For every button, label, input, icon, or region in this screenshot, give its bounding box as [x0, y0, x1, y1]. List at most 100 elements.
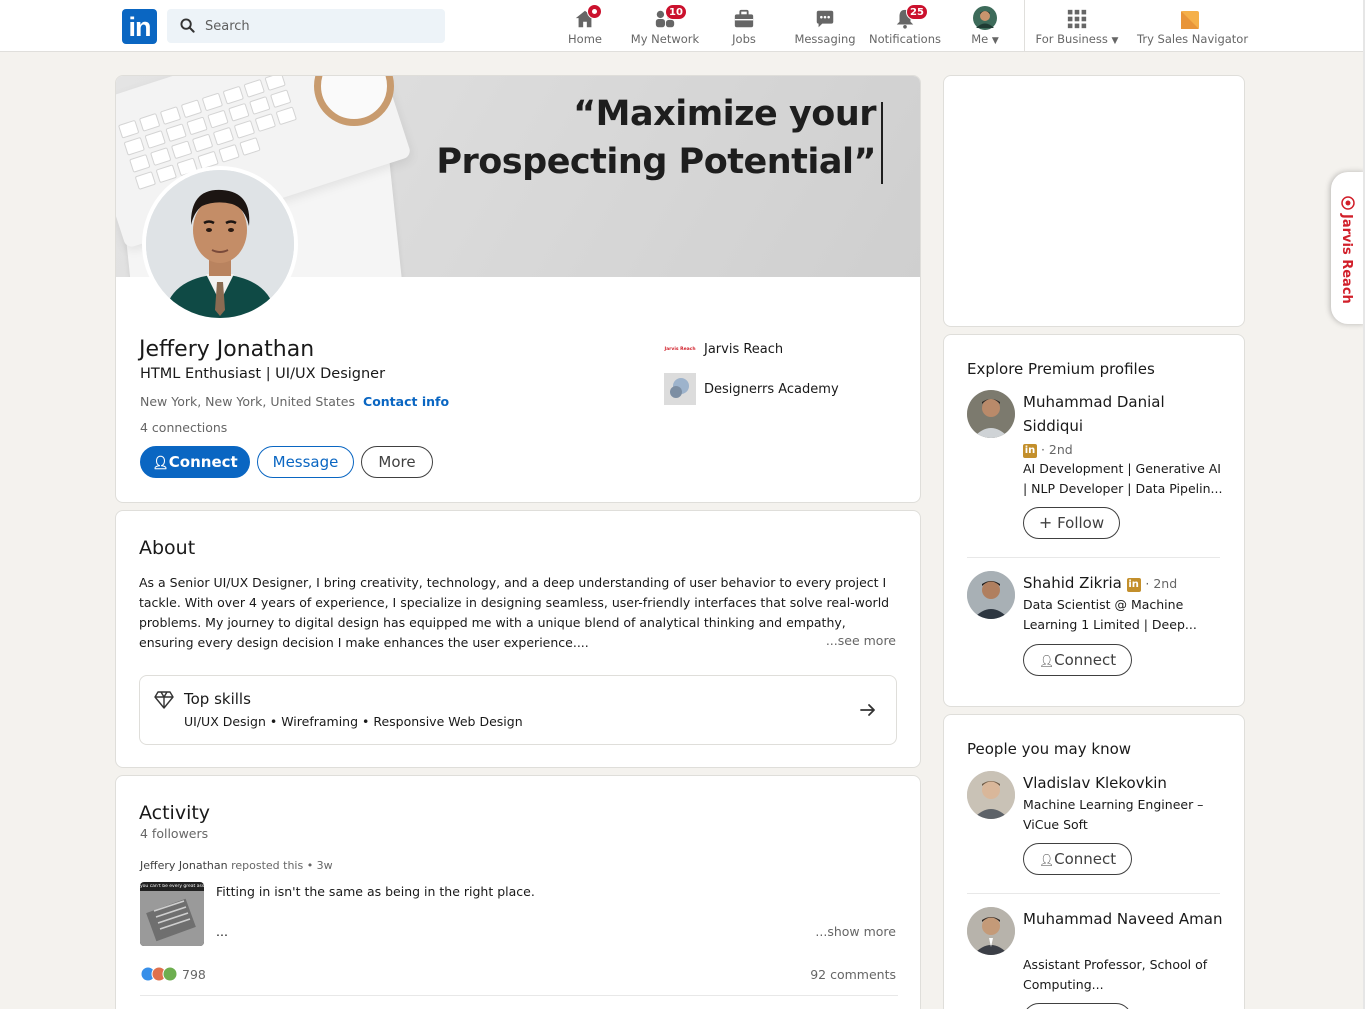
- divider: [140, 995, 898, 996]
- org-designerrs-academy-name: Designerrs Academy: [704, 381, 839, 397]
- banner-quote: “Maximize your Prospecting Potential”: [436, 90, 876, 186]
- connections-count[interactable]: 4 connections: [140, 420, 227, 435]
- linkedin-logo[interactable]: in: [122, 9, 157, 44]
- follow-button[interactable]: + Follow: [1023, 507, 1120, 539]
- org-jarvis-reach[interactable]: Jarvis Reach Jarvis Reach: [664, 333, 783, 365]
- divider: [967, 893, 1220, 894]
- person-description: Data Scientist @ Machine Learning 1 Limi…: [1023, 597, 1197, 632]
- post-thumbnail[interactable]: you can't be every great ass: [140, 882, 204, 946]
- message-button[interactable]: Message: [257, 446, 354, 478]
- diamond-icon: [154, 691, 174, 709]
- connect-button[interactable]: 👤︎Connect: [1023, 843, 1132, 875]
- person-degree: · 2nd: [1145, 576, 1178, 591]
- divider: [967, 557, 1220, 558]
- org-jarvis-reach-name: Jarvis Reach: [704, 341, 784, 357]
- avatar[interactable]: [967, 907, 1015, 955]
- connect-button[interactable]: 👤︎Connect: [1023, 644, 1132, 676]
- people-you-may-know-card: People you may know Vladislav Klekovkin …: [943, 714, 1245, 1009]
- avatar[interactable]: [967, 571, 1015, 619]
- reactions-row[interactable]: 798: [140, 966, 206, 982]
- profile-photo: [146, 170, 294, 318]
- chevron-down-icon: ▼: [1111, 36, 1119, 46]
- see-more-link[interactable]: ...see more: [826, 633, 896, 648]
- about-title: About: [139, 537, 196, 559]
- person-name[interactable]: Muhammad Danial Siddiqui: [1023, 390, 1223, 438]
- nav-sales-navigator-label: Try Sales Navigator: [1137, 32, 1249, 46]
- top-navigation-bar: in Home 10 My Network Jobs Messaging: [0, 0, 1365, 52]
- jarvis-reach-logo: Jarvis Reach: [664, 346, 696, 352]
- nav-me-label: Me ▼: [963, 32, 1007, 46]
- nav-home[interactable]: Home: [562, 4, 608, 48]
- nav-jobs-label: Jobs: [732, 32, 756, 46]
- top-skills-title: Top skills: [184, 690, 251, 708]
- more-button[interactable]: More: [361, 446, 433, 478]
- connect-button-label: Connect: [1054, 651, 1117, 669]
- repost-author[interactable]: Jeffery Jonathan: [140, 859, 228, 872]
- add-person-icon: 👤︎: [1038, 654, 1055, 668]
- org-designerrs-academy[interactable]: Designerrs Academy: [664, 373, 839, 405]
- nav-my-network[interactable]: 10 My Network: [630, 4, 700, 48]
- premium-profiles-title: Explore Premium profiles: [967, 360, 1155, 378]
- nav-for-business[interactable]: For Business ▼: [1035, 4, 1119, 48]
- person-name[interactable]: Muhammad Naveed Aman: [1023, 907, 1223, 931]
- person-name-row: Shahid Zikria in · 2nd: [1023, 571, 1223, 596]
- profile-card: “Maximize your Prospecting Potential” Je…: [115, 75, 921, 503]
- profile-location: New York, New York, United States: [140, 394, 356, 409]
- add-person-icon: 👤︎: [1038, 853, 1055, 867]
- nav-notifications-label: Notifications: [869, 32, 941, 46]
- nav-jobs[interactable]: Jobs: [724, 4, 764, 48]
- nav-me[interactable]: Me ▼: [963, 4, 1007, 48]
- messaging-icon: [816, 10, 834, 28]
- nav-messaging[interactable]: Messaging: [793, 4, 857, 48]
- search-input[interactable]: [205, 9, 435, 43]
- banner-quote-bar: [881, 102, 883, 184]
- nav-messaging-label: Messaging: [794, 32, 856, 46]
- nav-me-text: Me: [971, 32, 989, 46]
- grid-icon: [1067, 9, 1087, 29]
- designerrs-academy-logo: [664, 373, 696, 405]
- repost-meta: reposted this • 3w: [231, 859, 333, 872]
- avatar[interactable]: [967, 771, 1015, 819]
- connect-button[interactable]: 👤︎Connect: [140, 446, 250, 478]
- nav-for-business-label: For Business ▼: [1035, 32, 1119, 46]
- person-description: Machine Learning Engineer – ViCue Soft: [1023, 797, 1204, 832]
- comments-count[interactable]: 92 comments: [810, 967, 896, 982]
- me-avatar: [973, 6, 997, 30]
- home-notification-dot: [587, 4, 602, 19]
- nav-notifications[interactable]: 25 Notifications: [868, 4, 942, 48]
- post-ellipsis: ...: [216, 924, 228, 939]
- reaction-icons: [140, 966, 178, 982]
- person-name[interactable]: Vladislav Klekovkin: [1023, 771, 1223, 795]
- search-bar[interactable]: [167, 9, 445, 43]
- nav-home-label: Home: [568, 32, 602, 46]
- show-more-link[interactable]: ...show more: [815, 924, 896, 939]
- activity-title: Activity: [139, 802, 211, 824]
- nav-divider: [1024, 0, 1025, 52]
- nav-sales-navigator[interactable]: Try Sales Navigator: [1137, 4, 1249, 48]
- about-text: As a Senior UI/UX Designer, I bring crea…: [139, 575, 890, 650]
- arrow-right-icon[interactable]: [860, 703, 876, 717]
- jarvis-reach-extension-tab[interactable]: Jarvis Reach: [1331, 172, 1365, 324]
- plus-icon: +: [1038, 513, 1053, 532]
- ad-placeholder-card: [943, 75, 1245, 327]
- briefcase-icon: [734, 9, 754, 28]
- chevron-down-icon: ▼: [991, 36, 999, 46]
- about-card: About As a Senior UI/UX Designer, I brin…: [115, 510, 921, 768]
- person-degree: in · 2nd: [1023, 442, 1073, 458]
- jarvis-reach-icon: [1341, 196, 1355, 210]
- top-skills-box[interactable]: Top skills UI/UX Design • Wireframing • …: [139, 675, 897, 745]
- connect-button-partial[interactable]: [1023, 1003, 1132, 1009]
- banner-quote-line-2: Prospecting Potential”: [436, 142, 876, 182]
- linkedin-premium-icon: in: [1023, 444, 1037, 458]
- profile-avatar[interactable]: [142, 166, 298, 322]
- reaction-count: 798: [182, 966, 206, 982]
- add-person-icon: 👤︎: [152, 456, 169, 471]
- contact-info-link[interactable]: Contact info: [363, 394, 449, 409]
- nav-my-network-label: My Network: [630, 32, 700, 46]
- avatar[interactable]: [967, 390, 1015, 438]
- sales-navigator-icon: [1181, 11, 1199, 29]
- banner-quote-line-1: “Maximize your: [573, 94, 876, 134]
- person-name[interactable]: Shahid Zikria: [1023, 574, 1122, 592]
- profile-headline: HTML Enthusiast | UI/UX Designer: [140, 366, 386, 382]
- suggested-person: Vladislav Klekovkin Machine Learning Eng…: [967, 771, 1222, 881]
